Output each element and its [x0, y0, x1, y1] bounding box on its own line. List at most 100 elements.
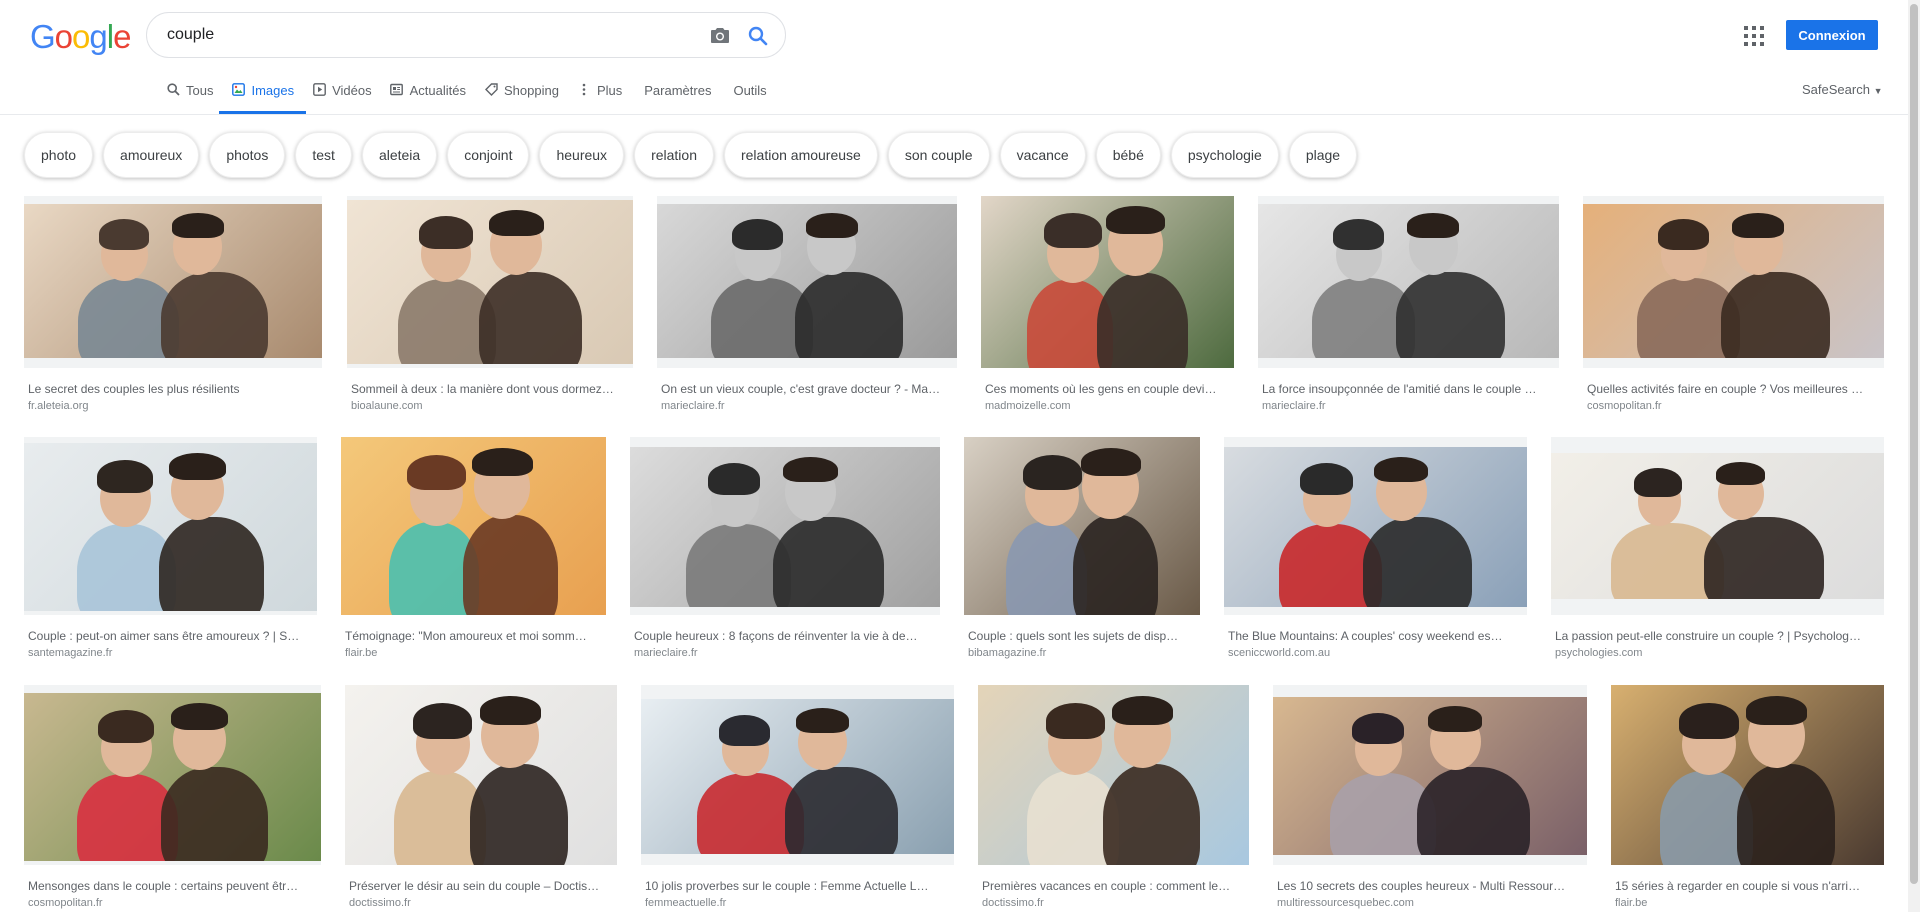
- chip-plage[interactable]: plage: [1288, 132, 1358, 178]
- google-logo[interactable]: Google: [30, 18, 131, 56]
- thumbnail-frame: [1224, 437, 1527, 615]
- thumbnail-image[interactable]: [24, 204, 322, 358]
- video-icon: [312, 83, 326, 96]
- thumbnail-frame: [978, 685, 1249, 865]
- hair-shape: [1731, 213, 1785, 238]
- thumbnail-frame: [24, 437, 317, 615]
- result-source: bibamagazine.fr: [968, 647, 1047, 659]
- hair-shape: [1428, 706, 1483, 732]
- tab-images[interactable]: Images: [219, 78, 306, 114]
- search-input[interactable]: [167, 13, 687, 57]
- person-shape: [470, 764, 569, 865]
- chip-relation[interactable]: relation: [634, 132, 714, 178]
- logo-letter: e: [113, 18, 131, 55]
- chip-son-couple[interactable]: son couple: [887, 132, 990, 178]
- thumbnail-image[interactable]: [1273, 697, 1587, 855]
- chip-conjoint[interactable]: conjoint: [447, 132, 530, 178]
- result-title[interactable]: Le secret des couples les plus résilient…: [28, 382, 318, 396]
- result-source: cosmopolitan.fr: [28, 897, 103, 909]
- tab-actualites[interactable]: Actualités: [390, 78, 466, 114]
- result-title[interactable]: 15 séries à regarder en couple si vous n…: [1615, 879, 1880, 893]
- result-title[interactable]: Premières vacances en couple : comment l…: [982, 879, 1245, 893]
- thumbnail-image[interactable]: [1551, 453, 1884, 599]
- apps-grid-icon[interactable]: [1742, 24, 1766, 48]
- result-title[interactable]: La force insoupçonnée de l'amitié dans l…: [1262, 382, 1555, 396]
- scrollbar-thumb[interactable]: [1910, 4, 1918, 884]
- tab-parametres[interactable]: Paramètres: [644, 78, 711, 114]
- safesearch-menu[interactable]: SafeSearch ▼: [1802, 82, 1882, 97]
- result-title[interactable]: Témoignage: "Mon amoureux et moi somm…: [345, 629, 602, 643]
- thumbnail-image[interactable]: [1611, 685, 1884, 865]
- result-title[interactable]: Quelles activités faire en couple ? Vos …: [1587, 382, 1880, 396]
- result-title[interactable]: Préserver le désir au sein du couple – D…: [349, 879, 613, 893]
- hair-shape: [1658, 219, 1710, 251]
- person-shape: [1363, 517, 1473, 607]
- result-source: marieclaire.fr: [1262, 400, 1326, 412]
- thumbnail-image[interactable]: [341, 437, 606, 615]
- thumbnail-frame: [1258, 196, 1559, 368]
- chip-psychologie[interactable]: psychologie: [1170, 132, 1279, 178]
- tab-label: Actualités: [409, 83, 466, 98]
- result-title[interactable]: On est un vieux couple, c'est grave doct…: [661, 382, 953, 396]
- chip-bébé[interactable]: bébé: [1095, 132, 1161, 178]
- thumbnail-image[interactable]: [641, 699, 954, 854]
- result-title[interactable]: Les 10 secrets des couples heureux - Mul…: [1277, 879, 1583, 893]
- result-title[interactable]: La passion peut-elle construire un coupl…: [1555, 629, 1880, 643]
- chip-vacance[interactable]: vacance: [999, 132, 1086, 178]
- chip-test[interactable]: test: [295, 132, 352, 178]
- result-title[interactable]: Mensonges dans le couple : certains peuv…: [28, 879, 317, 893]
- chip-heureux[interactable]: heureux: [539, 132, 625, 178]
- result-title[interactable]: Couple heureux : 8 façons de réinventer …: [634, 629, 936, 643]
- result-source: bioalaune.com: [351, 400, 423, 412]
- hair-shape: [1715, 461, 1766, 486]
- thumbnail-image[interactable]: [24, 693, 321, 861]
- thumbnail-image[interactable]: [657, 204, 957, 358]
- thumbnail-frame: [630, 437, 940, 615]
- thumbnail-image[interactable]: [630, 447, 940, 607]
- tab-tous[interactable]: Tous: [166, 78, 213, 114]
- tab-outils[interactable]: Outils: [733, 78, 766, 114]
- thumbnail-frame: [641, 685, 954, 865]
- thumbnail-image[interactable]: [345, 685, 617, 865]
- thumbnail-image[interactable]: [1224, 447, 1527, 607]
- hair-shape: [413, 703, 473, 739]
- tab-videos[interactable]: Vidéos: [312, 78, 372, 114]
- thumbnail-image[interactable]: [978, 685, 1249, 865]
- chip-amoureux[interactable]: amoureux: [103, 132, 200, 178]
- chip-photo[interactable]: photo: [24, 132, 94, 178]
- result-title[interactable]: 10 jolis proverbes sur le couple : Femme…: [645, 879, 950, 893]
- person-shape: [1736, 764, 1835, 865]
- result-title[interactable]: The Blue Mountains: A couples' cosy week…: [1228, 629, 1523, 643]
- chip-photos[interactable]: photos: [209, 132, 286, 178]
- result-title[interactable]: Couple : quels sont les sujets de disp…: [968, 629, 1196, 643]
- thumbnail-image[interactable]: [1583, 204, 1884, 358]
- chip-relation-amoureuse[interactable]: relation amoureuse: [723, 132, 878, 178]
- camera-icon[interactable]: [707, 23, 733, 49]
- tab-label: Outils: [733, 83, 767, 98]
- result-title[interactable]: Sommeil à deux : la manière dont vous do…: [351, 382, 629, 396]
- hair-shape: [1746, 695, 1808, 725]
- search-submit-icon[interactable]: [745, 23, 771, 49]
- logo-letter: o: [54, 18, 73, 55]
- search-box[interactable]: [146, 12, 786, 58]
- result-title[interactable]: Couple : peut-on aimer sans être amoureu…: [28, 629, 313, 643]
- thumbnail-frame: [1273, 685, 1587, 865]
- person-shape: [158, 516, 265, 611]
- search-tabs: Tous Images Vidéos Actualités Shopping Plus Pa…: [166, 78, 785, 114]
- result-title[interactable]: Ces moments où les gens en couple devi…: [985, 382, 1230, 396]
- result-source: flair.be: [1615, 897, 1648, 909]
- thumbnail-image[interactable]: [1258, 204, 1559, 358]
- thumbnail-image[interactable]: [964, 437, 1200, 615]
- sign-in-button[interactable]: Connexion: [1786, 20, 1878, 50]
- tab-plus[interactable]: Plus: [577, 78, 622, 114]
- logo-letter: o: [72, 18, 90, 55]
- thumbnail-image[interactable]: [24, 443, 317, 611]
- thumbnail-frame: [1551, 437, 1884, 615]
- thumbnail-image[interactable]: [981, 196, 1234, 368]
- tab-shopping[interactable]: Shopping: [484, 78, 559, 114]
- scrollbar[interactable]: [1908, 0, 1920, 912]
- thumbnail-frame: [345, 685, 617, 865]
- chip-aleteia[interactable]: aleteia: [361, 132, 438, 178]
- thumbnail-frame: [1583, 196, 1884, 368]
- thumbnail-image[interactable]: [347, 200, 633, 364]
